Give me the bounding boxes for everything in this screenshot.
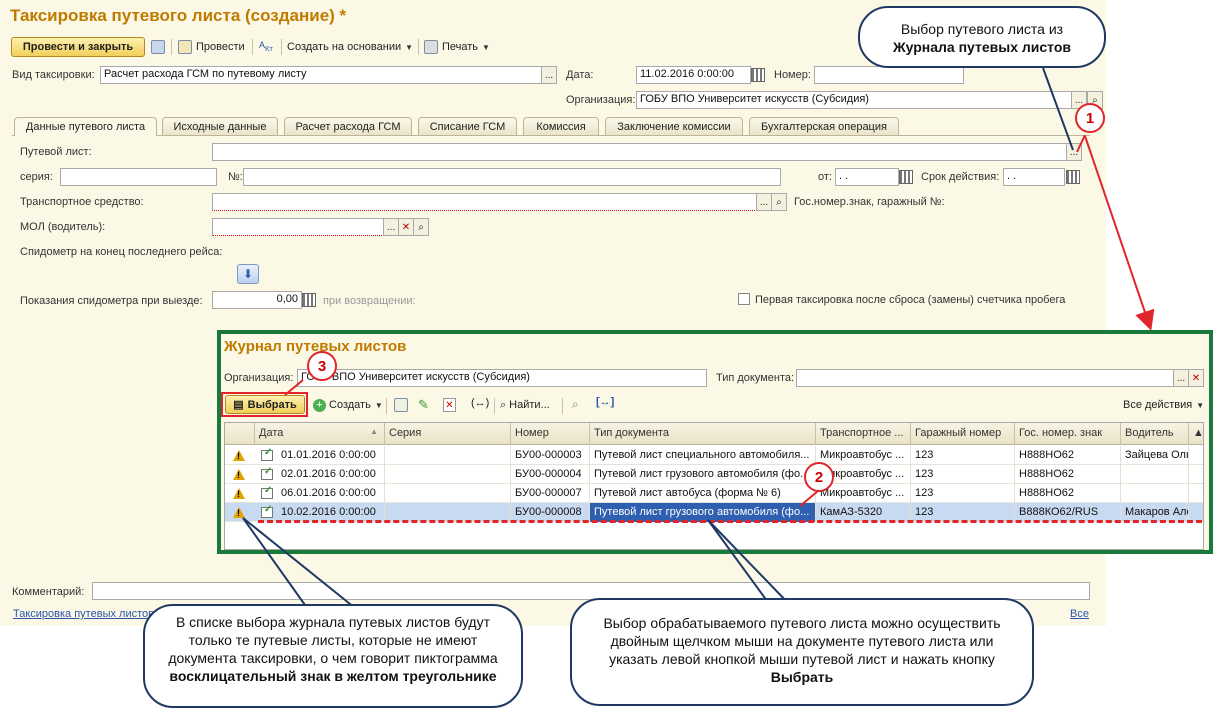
callout-left: В списке выбора журнала путевых листов б… bbox=[143, 604, 523, 708]
callout-top-line2: Журнала путевых листов bbox=[892, 39, 1072, 55]
marker1-arrow bbox=[1084, 135, 1155, 331]
marker1-pointer bbox=[1076, 134, 1086, 153]
right-callout-pointer-a bbox=[707, 519, 771, 606]
callout-right-bold: Выбрать bbox=[770, 669, 834, 685]
marker-1: 1 bbox=[1075, 103, 1105, 133]
callout-top-line1: Выбор путевого листа из bbox=[900, 21, 1064, 37]
marker2-pointer bbox=[799, 490, 819, 507]
callout-left-bold: восклицательный знак в желтом треугольни… bbox=[169, 668, 497, 684]
callout-top: Выбор путевого листа из Журнала путевых … bbox=[858, 6, 1106, 68]
marker-3: 3 bbox=[307, 351, 337, 381]
callout-right: Выбор обрабатываемого путевого листа мож… bbox=[570, 598, 1034, 706]
marker3-pointer bbox=[284, 379, 304, 396]
top-callout-pointer bbox=[1042, 67, 1074, 151]
marker-2: 2 bbox=[804, 462, 834, 492]
callout-left-text: В списке выбора журнала путевых листов б… bbox=[168, 614, 498, 666]
callout-right-text: Выбор обрабатываемого путевого листа мож… bbox=[603, 615, 1001, 667]
right-callout-pointer-b bbox=[707, 519, 791, 606]
left-callout-pointer-b bbox=[242, 517, 361, 613]
